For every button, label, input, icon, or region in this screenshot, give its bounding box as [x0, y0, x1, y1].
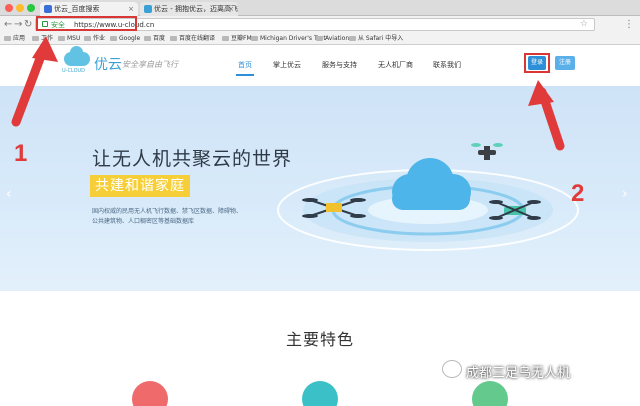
browser-window: 优云_百度搜索 × 优云 - 拥抱优云，迈离高飞 | 优云科技 × ← → ↻ …: [0, 0, 640, 406]
arrow-1-icon: [11, 36, 58, 127]
annotation-step-1: 1: [14, 140, 28, 167]
annotation-arrows: [11, 36, 565, 151]
annotation-step-2: 2: [571, 180, 585, 207]
arrow-2-icon: [528, 80, 565, 151]
